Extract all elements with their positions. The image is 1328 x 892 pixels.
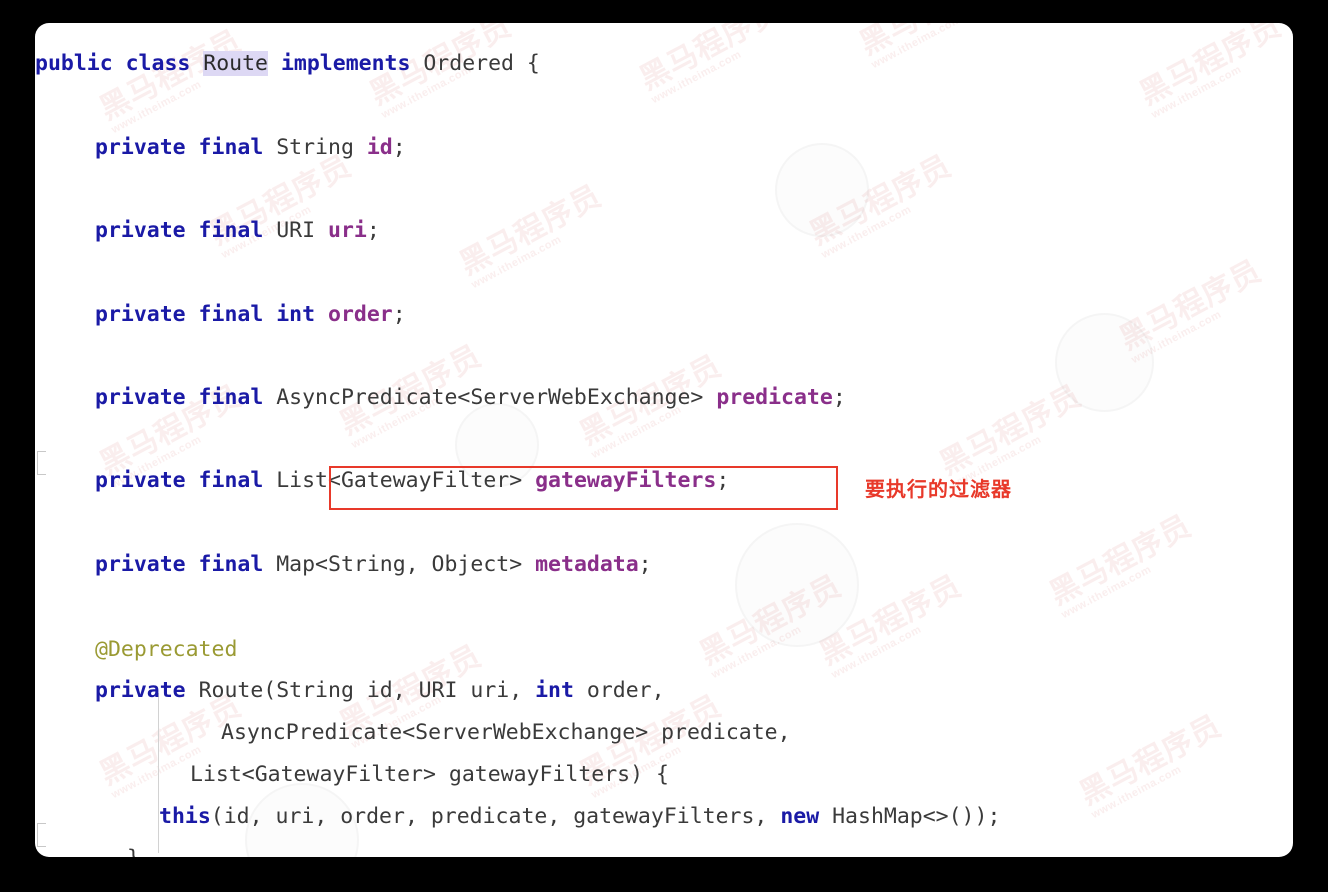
line-ctor-signature: private Route(String id, URI uri, int or… <box>95 680 665 702</box>
line-field-metadata: private final Map<String, Object> metada… <box>95 554 652 576</box>
code-token: (id, uri, order, predicate, gatewayFilte… <box>210 804 781 829</box>
code-token: private final <box>95 385 277 410</box>
code-token: AsyncPredicate<ServerWebExchange> <box>276 385 717 410</box>
code-token: Route <box>203 51 269 76</box>
code-token: Route(String id, URI uri, <box>198 678 536 703</box>
code-text: public class Route implements Ordered {p… <box>35 23 1293 857</box>
code-token: AsyncPredicate<ServerWebExchange> predic… <box>221 720 791 745</box>
code-token: String <box>276 135 367 160</box>
code-token: private final <box>95 468 277 493</box>
code-token: new <box>780 804 820 829</box>
code-token: private <box>95 678 199 703</box>
code-token: ; <box>832 385 846 410</box>
code-token: order, <box>573 678 665 703</box>
line-this-call: this(id, uri, order, predicate, gatewayF… <box>159 806 1000 828</box>
code-token: ; <box>638 552 652 577</box>
code-token: Ordered { <box>410 51 540 76</box>
line-ctor-close-brace: } <box>127 848 140 857</box>
code-token: private final <box>95 135 277 160</box>
code-token: implements <box>280 51 411 76</box>
code-token: order <box>328 302 393 327</box>
code-token: private final int <box>95 302 328 327</box>
code-token: private final <box>95 218 277 243</box>
code-token: ; <box>392 302 406 327</box>
line-field-order: private final int order; <box>95 304 406 326</box>
code-token: @Deprecated <box>95 637 238 662</box>
line-ctor-param-predicate: AsyncPredicate<ServerWebExchange> predic… <box>221 722 791 744</box>
code-token: int <box>535 678 574 703</box>
line-field-predicate: private final AsyncPredicate<ServerWebEx… <box>95 387 846 409</box>
red-annotation-label: 要执行的过滤器 <box>865 477 1012 501</box>
code-token: public class <box>35 51 204 76</box>
code-token: metadata <box>535 552 639 577</box>
line-field-id: private final String id; <box>95 137 406 159</box>
line-deprecated-annotation: @Deprecated <box>95 639 237 661</box>
red-highlight-box <box>329 466 838 510</box>
line-field-uri: private final URI uri; <box>95 220 380 242</box>
line-class-decl: public class Route implements Ordered { <box>35 51 540 76</box>
code-token: List<GatewayFilter> gatewayFilters) { <box>190 762 669 787</box>
code-token: ; <box>366 218 380 243</box>
code-token: Map<String, Object> <box>276 552 536 577</box>
code-token: URI <box>276 218 328 243</box>
code-token: uri <box>328 218 367 243</box>
screenshot-root: 黑马程序员 www.itheima.com 黑马程序员 www.itheima.com… <box>0 0 1328 892</box>
code-snippet-card: 黑马程序员 www.itheima.com 黑马程序员 www.itheima.com… <box>35 23 1293 857</box>
code-token: predicate <box>716 385 833 410</box>
code-token: } <box>127 846 140 857</box>
code-token: private final <box>95 552 277 577</box>
line-ctor-param-filters: List<GatewayFilter> gatewayFilters) { <box>190 764 669 786</box>
code-token: ; <box>392 135 406 160</box>
code-token: this <box>159 804 211 829</box>
code-token: id <box>366 135 393 160</box>
code-token: HashMap<>()); <box>819 804 1001 829</box>
